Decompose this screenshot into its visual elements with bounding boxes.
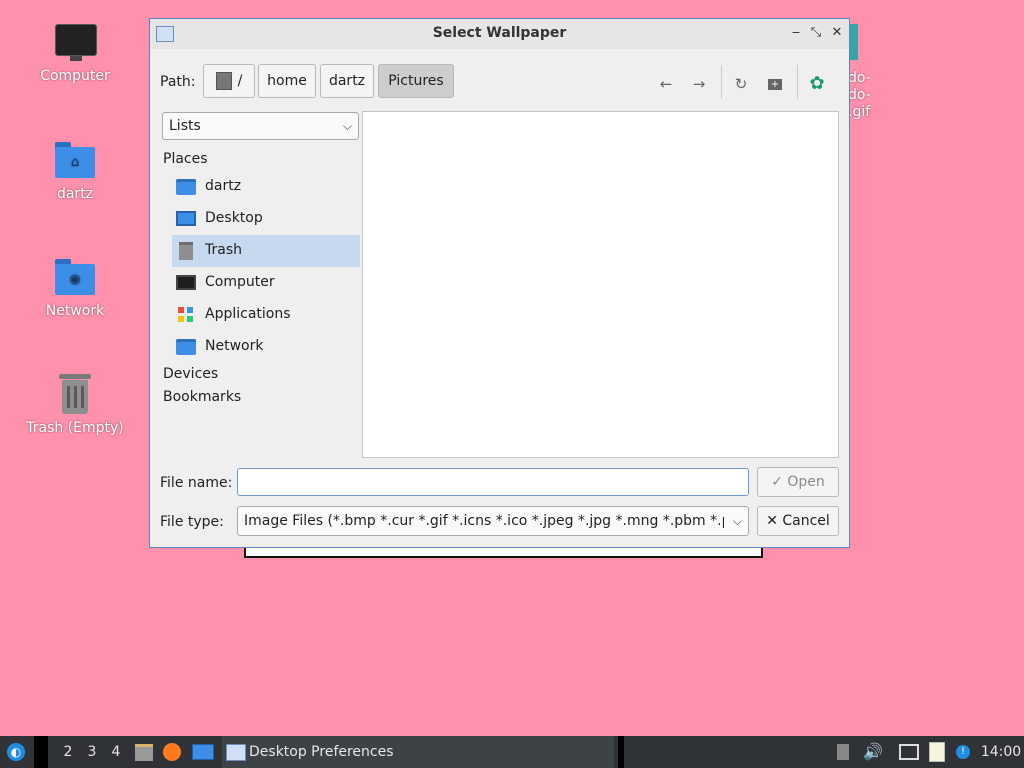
maximize-button[interactable]: ⤡ <box>807 24 825 42</box>
desktop-icon <box>176 210 196 228</box>
view-mode-select[interactable]: Lists ⌵ <box>162 112 359 140</box>
sidebar-item-network[interactable]: Network <box>172 331 360 363</box>
sidebar-item-label: Applications <box>205 306 291 322</box>
file-name-label: File name: <box>160 475 233 491</box>
file-type-label: File type: <box>160 514 224 530</box>
desktop-icon-label: Trash (Empty) <box>26 420 124 436</box>
sidebar-item-computer[interactable]: Computer <box>172 267 360 299</box>
desktop-icon <box>192 744 214 760</box>
back-arrow-icon[interactable]: ← <box>654 72 678 96</box>
cancel-button[interactable]: ✕ Cancel <box>757 506 839 536</box>
bookmarks-header[interactable]: Bookmarks <box>163 389 241 405</box>
file-type-select[interactable]: Image Files (*.bmp *.cur *.gif *.icns *.… <box>237 506 749 536</box>
devices-header[interactable]: Devices <box>163 366 218 382</box>
forward-arrow-icon[interactable]: → <box>687 72 711 96</box>
path-dartz-button[interactable]: dartz <box>320 64 374 98</box>
home-folder-icon <box>176 178 196 196</box>
network-folder-icon: ◉ <box>55 259 95 295</box>
sidebar-item-trash[interactable]: Trash <box>172 235 360 267</box>
path-pictures-button[interactable]: Pictures <box>378 64 454 98</box>
view-mode-value: Lists <box>169 118 201 134</box>
window-icon <box>226 744 246 761</box>
toolbar-separator <box>721 65 722 99</box>
sidebar-item-label: dartz <box>205 178 242 194</box>
computer-icon <box>55 24 97 61</box>
file-manager-launcher[interactable] <box>132 736 156 768</box>
lubuntu-logo-icon: ◐ <box>7 743 25 761</box>
cancel-button-label: Cancel <box>782 513 830 529</box>
checkmark-icon: ✓ <box>771 474 783 490</box>
file-list[interactable] <box>362 111 839 458</box>
file-name-input[interactable] <box>237 468 749 496</box>
partial-file-label[interactable]: do- do- .gif <box>848 70 871 121</box>
dialog-title: Select Wallpaper <box>432 25 567 41</box>
sidebar-item-label: Network <box>205 338 264 354</box>
path-label: Path: <box>160 74 196 90</box>
taskbar-separator <box>618 736 624 768</box>
clipboard-icon[interactable] <box>926 736 948 768</box>
close-icon: ✕ <box>766 513 778 529</box>
reload-icon[interactable]: ↻ <box>729 72 753 96</box>
sidebar-item-dartz[interactable]: dartz <box>172 171 360 203</box>
titlebar[interactable]: Select Wallpaper ‒ ⤡ ✕ <box>150 19 849 49</box>
new-folder-icon[interactable]: + <box>763 72 787 96</box>
desktop-icon-home[interactable]: ⌂ dartz <box>20 138 130 202</box>
path-home-button[interactable]: home <box>258 64 316 98</box>
minimize-button[interactable]: ‒ <box>787 24 805 42</box>
home-folder-icon: ⌂ <box>55 142 95 178</box>
toolbar-separator <box>797 65 798 99</box>
desktop-icon-network[interactable]: ◉ Network <box>20 255 130 319</box>
notification-icon[interactable]: ! <box>952 736 974 768</box>
drive-icon <box>215 72 232 90</box>
chevron-down-icon: ⌵ <box>342 119 352 133</box>
path-segment-label: / <box>237 73 243 89</box>
taskbar-window-title: Desktop Preferences <box>249 744 394 760</box>
places-header[interactable]: Places <box>163 151 208 167</box>
desktop-icon-label: dartz <box>56 186 94 202</box>
taskbar: ◐ 2 3 4 Desktop Preferences 🔊 ! 14:00 <box>0 736 1024 768</box>
partial-label-line: .gif <box>848 104 871 120</box>
file-manager-icon <box>135 743 153 761</box>
path-root-button[interactable]: / <box>203 64 255 98</box>
volume-icon[interactable]: 🔊 <box>862 736 884 768</box>
desktop-icon-trash[interactable]: Trash (Empty) <box>20 372 130 436</box>
workspace-4[interactable]: 4 <box>106 736 126 768</box>
clock[interactable]: 14:00 <box>980 736 1022 768</box>
applications-icon <box>176 306 196 324</box>
show-desktop-button[interactable] <box>190 736 216 768</box>
network-status-icon[interactable] <box>898 736 920 768</box>
partial-label-line: do- <box>848 70 871 86</box>
browser-launcher[interactable] <box>160 736 184 768</box>
start-menu-button[interactable]: ◐ <box>4 736 28 768</box>
sidebar-item-label: Computer <box>205 274 275 290</box>
tray-updates-icon[interactable] <box>834 736 852 768</box>
partial-file-icon[interactable] <box>850 24 858 60</box>
workspace-3[interactable]: 3 <box>82 736 102 768</box>
partial-label-line: do- <box>848 87 871 103</box>
select-wallpaper-dialog: Select Wallpaper ‒ ⤡ ✕ Path: / home dart… <box>149 18 850 548</box>
trash-icon <box>176 242 196 260</box>
sidebar-item-label: Trash <box>205 242 242 258</box>
workspace-2[interactable]: 2 <box>58 736 78 768</box>
close-button[interactable]: ✕ <box>828 24 846 42</box>
file-type-value: Image Files (*.bmp *.cur *.gif *.icns *.… <box>244 513 724 529</box>
desktop-icon-computer[interactable]: Computer <box>20 20 130 84</box>
open-button[interactable]: ✓ Open <box>757 467 839 497</box>
network-folder-icon <box>176 338 196 356</box>
trash-icon <box>59 374 91 414</box>
desktop-icon-label: Computer <box>40 68 110 84</box>
desktop-icon-label: Network <box>45 303 105 319</box>
chevron-down-icon: ⌵ <box>732 514 742 528</box>
taskbar-window-button[interactable]: Desktop Preferences <box>222 736 614 768</box>
sidebar-item-label: Desktop <box>205 210 263 226</box>
open-button-label: Open <box>787 474 825 490</box>
sidebar-item-desktop[interactable]: Desktop <box>172 203 360 235</box>
workspace-1[interactable] <box>34 736 48 768</box>
sidebar-item-applications[interactable]: Applications <box>172 299 360 331</box>
firefox-icon <box>163 743 181 761</box>
settings-icon[interactable]: ✿ <box>805 72 829 96</box>
computer-icon <box>176 274 196 292</box>
